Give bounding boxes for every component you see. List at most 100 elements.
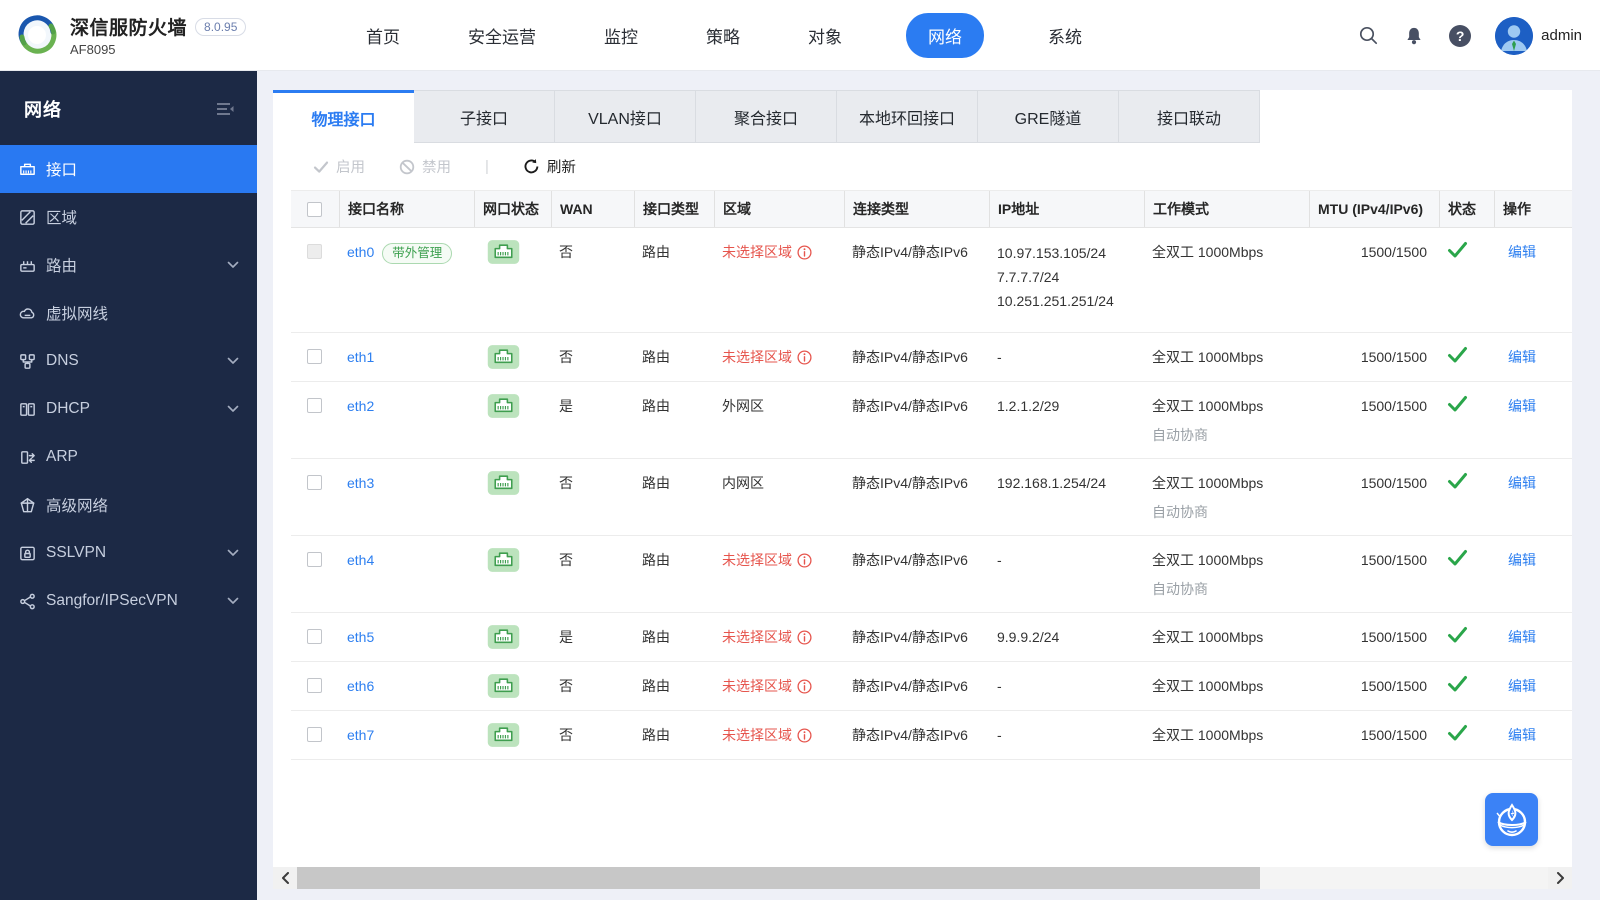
nav-item-策略[interactable]: 策略 <box>702 13 744 58</box>
interface-name-link[interactable]: eth7 <box>347 727 374 743</box>
sidebar-item-虚拟网线[interactable]: 虚拟网线 <box>0 289 257 337</box>
status-ok-icon <box>1447 724 1494 742</box>
action-cell: 编辑 <box>1494 228 1572 262</box>
sidebar-item-DNS[interactable]: DNS <box>0 337 257 385</box>
row-checkbox[interactable] <box>307 629 322 644</box>
info-icon[interactable] <box>797 728 812 743</box>
edit-link[interactable]: 编辑 <box>1508 475 1536 491</box>
select-all-checkbox[interactable] <box>307 201 322 217</box>
interface-name-link[interactable]: eth3 <box>347 475 374 491</box>
tab-本地环回接口[interactable]: 本地环回接口 <box>837 90 978 143</box>
help-icon[interactable]: ? <box>1449 24 1472 47</box>
interface-name-link[interactable]: eth1 <box>347 349 374 365</box>
edit-link[interactable]: 编辑 <box>1508 727 1536 743</box>
wan-cell: 是 <box>559 629 573 645</box>
interface-row-eth3: eth3 否 路由 内网区 静态IPv4/静态IPv6 192.168.1.254/24 全… <box>291 459 1572 536</box>
sidebar-collapse-icon[interactable] <box>215 101 235 117</box>
sidebar-item-路由[interactable]: 路由 <box>0 241 257 289</box>
main-content: 物理接口 子接口 VLAN接口 聚合接口 本地环回接口 GRE隧道 接口联动 启用 禁用 |… <box>257 71 1600 900</box>
sidebar-item-Sangfor/IPSecVPN[interactable]: Sangfor/IPSecVPN <box>0 577 257 625</box>
mtu-cell: 1500/1500 <box>1360 727 1427 743</box>
scroll-right-button[interactable] <box>1548 867 1572 889</box>
status-ok-icon <box>1447 346 1494 364</box>
action-cell: 编辑 <box>1494 459 1572 493</box>
notification-bell-icon[interactable] <box>1403 25 1425 47</box>
column-header: 连接类型 <box>844 191 989 227</box>
row-select-cell <box>291 711 339 742</box>
interface-name-link[interactable]: eth5 <box>347 629 374 645</box>
nav-item-系统[interactable]: 系统 <box>1044 13 1086 58</box>
column-header: 区域 <box>714 191 844 227</box>
row-checkbox <box>307 244 322 259</box>
edit-link[interactable]: 编辑 <box>1508 244 1536 260</box>
info-icon[interactable] <box>797 350 812 365</box>
edit-link[interactable]: 编辑 <box>1508 349 1536 365</box>
nav-item-监控[interactable]: 监控 <box>600 13 642 58</box>
sidebar-item-区域[interactable]: 区域 <box>0 193 257 241</box>
sidebar-title: 网络 <box>24 100 62 120</box>
zone-cell: 未选择区域 <box>714 333 844 367</box>
port-status-cell <box>474 536 551 573</box>
nav-item-首页[interactable]: 首页 <box>362 13 404 58</box>
enable-button[interactable]: 启用 <box>313 156 365 177</box>
interface-name-link[interactable]: eth6 <box>347 678 374 694</box>
info-icon[interactable] <box>797 630 812 645</box>
tab-GRE隧道[interactable]: GRE隧道 <box>978 90 1119 143</box>
scrollbar-track[interactable] <box>297 867 1548 889</box>
tab-接口联动[interactable]: 接口联动 <box>1119 90 1260 143</box>
work-mode-value: 全双工 1000Mbps <box>1152 552 1264 568</box>
sidebar-item-SSLVPN[interactable]: SSLVPN <box>0 529 257 577</box>
row-select-cell <box>291 613 339 644</box>
info-icon[interactable] <box>797 245 812 260</box>
sidebar-item-DHCP[interactable]: DHCP <box>0 385 257 433</box>
interface-row-eth0: eth0 带外管理 否 路由 未选择区域 静态IPv4/静态IPv6 10.97.153.1… <box>291 228 1572 333</box>
sidebar-item-接口[interactable]: 接口 <box>0 145 257 193</box>
refresh-button[interactable]: 刷新 <box>523 156 576 177</box>
disable-button[interactable]: 禁用 <box>399 156 451 177</box>
sidebar-item-高级网络[interactable]: 高级网络 <box>0 481 257 529</box>
column-header: 状态 <box>1439 191 1494 227</box>
wan-cell: 否 <box>559 475 573 491</box>
scroll-left-button[interactable] <box>273 867 297 889</box>
row-checkbox[interactable] <box>307 678 322 693</box>
info-icon[interactable] <box>797 679 812 694</box>
info-icon[interactable] <box>797 553 812 568</box>
avatar <box>1495 16 1534 55</box>
row-checkbox[interactable] <box>307 552 322 567</box>
search-icon[interactable] <box>1357 25 1379 47</box>
ip-address-cell: - <box>997 727 1002 743</box>
user-menu[interactable]: admin <box>1495 16 1582 55</box>
nav-item-网络[interactable]: 网络 <box>906 12 984 58</box>
sidebar-item-ARP[interactable]: ARP <box>0 433 257 481</box>
tab-聚合接口[interactable]: 聚合接口 <box>696 90 837 143</box>
column-header: IP地址 <box>989 191 1144 227</box>
tab-子接口[interactable]: 子接口 <box>414 90 555 143</box>
connection-type-cell: 静态IPv4/静态IPv6 <box>852 244 968 260</box>
arp-icon <box>17 447 37 467</box>
nav-item-对象[interactable]: 对象 <box>804 13 846 58</box>
status-cell <box>1439 711 1494 742</box>
assistant-mascot-button[interactable] <box>1485 793 1538 846</box>
interface-name-link[interactable]: eth4 <box>347 552 374 568</box>
row-checkbox[interactable] <box>307 727 322 742</box>
tab-VLAN接口[interactable]: VLAN接口 <box>555 90 696 143</box>
tab-物理接口[interactable]: 物理接口 <box>273 90 414 143</box>
row-checkbox[interactable] <box>307 349 322 364</box>
interface-name-link[interactable]: eth0 <box>347 244 374 260</box>
edit-link[interactable]: 编辑 <box>1508 398 1536 414</box>
ip-address-cell: - <box>997 678 1002 694</box>
work-mode-cell: 全双工 1000Mbps 自动协商 <box>1144 382 1309 445</box>
row-checkbox[interactable] <box>307 475 322 490</box>
ethernet-port-icon <box>487 239 551 265</box>
interface-name-link[interactable]: eth2 <box>347 398 374 414</box>
ethernet-port-icon <box>487 722 551 748</box>
scrollbar-thumb[interactable] <box>297 867 1261 889</box>
edit-link[interactable]: 编辑 <box>1508 629 1536 645</box>
nav-item-安全运营[interactable]: 安全运营 <box>464 13 540 58</box>
edit-link[interactable]: 编辑 <box>1508 678 1536 694</box>
edit-link[interactable]: 编辑 <box>1508 552 1536 568</box>
connection-type-cell: 静态IPv4/静态IPv6 <box>852 629 968 645</box>
interfaces-table: 接口名称 网口状态 WAN 接口类型 区域 连接类型 IP地址 工作模式 MTU (IPv4/I… <box>291 190 1572 863</box>
row-checkbox[interactable] <box>307 398 322 413</box>
action-cell: 编辑 <box>1494 711 1572 745</box>
